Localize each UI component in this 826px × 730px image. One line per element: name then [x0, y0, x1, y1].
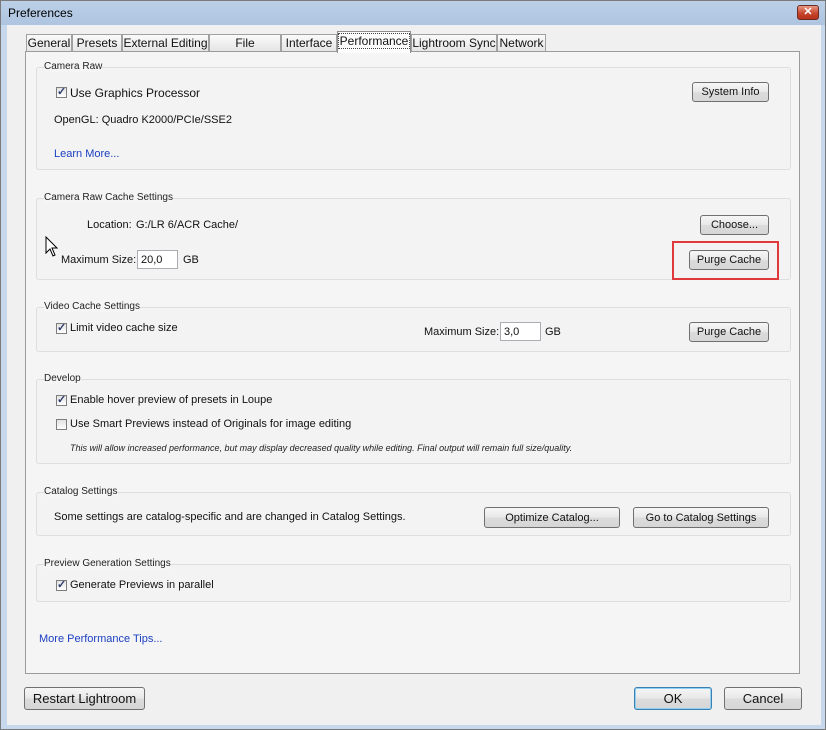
preview-generation-title: Preview Generation Settings: [44, 558, 171, 569]
develop-title: Develop: [44, 373, 81, 384]
window-title: Preferences: [8, 6, 73, 20]
optimize-catalog-button[interactable]: Optimize Catalog...: [484, 507, 620, 528]
learn-more-link[interactable]: Learn More...: [54, 148, 119, 160]
location-value: G:/LR 6/ACR Cache/: [136, 219, 239, 231]
limit-video-cache-label[interactable]: Limit video cache size: [70, 322, 178, 334]
camera-raw-title: Camera Raw: [44, 61, 103, 72]
more-performance-tips-link[interactable]: More Performance Tips...: [39, 633, 163, 645]
tab-presets[interactable]: Presets: [72, 34, 122, 52]
video-max-size-label: Maximum Size:: [424, 326, 500, 338]
tab-general[interactable]: General: [26, 34, 72, 52]
highlight-box: [672, 241, 779, 280]
title-bar[interactable]: Preferences ✕: [1, 1, 826, 25]
catalog-settings-title: Catalog Settings: [44, 486, 118, 497]
system-info-button[interactable]: System Info: [692, 82, 769, 102]
tab-external-editing[interactable]: External Editing: [122, 34, 209, 52]
parallel-previews-checkbox[interactable]: [56, 578, 67, 591]
use-gpu-label[interactable]: Use Graphics Processor: [70, 86, 200, 100]
opengl-info-text: OpenGL: Quadro K2000/PCIe/SSE2: [54, 114, 232, 126]
close-icon[interactable]: ✕: [797, 5, 819, 20]
tab-performance-label: Performance: [337, 33, 411, 49]
mouse-cursor-icon: [45, 236, 59, 257]
ok-button[interactable]: OK: [634, 687, 712, 710]
smart-previews-checkbox[interactable]: [56, 419, 67, 430]
tab-lightroom-sync[interactable]: Lightroom Sync: [411, 34, 497, 52]
tab-performance[interactable]: Performance: [337, 31, 411, 53]
hover-preview-label[interactable]: Enable hover preview of presets in Loupe: [70, 394, 272, 406]
video-cache-title: Video Cache Settings: [44, 301, 140, 312]
hover-preview-checkbox[interactable]: [56, 393, 67, 406]
tab-interface[interactable]: Interface: [281, 34, 337, 52]
go-to-catalog-settings-button[interactable]: Go to Catalog Settings: [633, 507, 769, 528]
catalog-settings-text: Some settings are catalog-specific and a…: [54, 511, 406, 523]
limit-video-cache-checkbox[interactable]: [56, 321, 67, 334]
cache-settings-title: Camera Raw Cache Settings: [44, 192, 173, 203]
cache-max-size-label: Maximum Size:: [61, 254, 137, 266]
video-size-unit: GB: [545, 326, 561, 338]
parallel-previews-label[interactable]: Generate Previews in parallel: [70, 579, 214, 591]
smart-previews-label[interactable]: Use Smart Previews instead of Originals …: [70, 418, 351, 430]
purge-video-cache-button[interactable]: Purge Cache: [689, 322, 769, 342]
location-label: Location:: [87, 219, 132, 231]
smart-previews-note: This will allow increased performance, b…: [70, 443, 573, 453]
use-gpu-checkbox[interactable]: [56, 85, 67, 98]
cache-max-size-input[interactable]: [137, 250, 178, 269]
tab-file-handling[interactable]: File Handling: [209, 34, 281, 66]
restart-lightroom-button[interactable]: Restart Lightroom: [24, 687, 145, 710]
cache-size-unit: GB: [183, 254, 199, 266]
choose-location-button[interactable]: Choose...: [700, 215, 769, 235]
tab-network[interactable]: Network: [497, 34, 546, 52]
cancel-button[interactable]: Cancel: [724, 687, 802, 710]
video-max-size-input[interactable]: [500, 322, 541, 341]
